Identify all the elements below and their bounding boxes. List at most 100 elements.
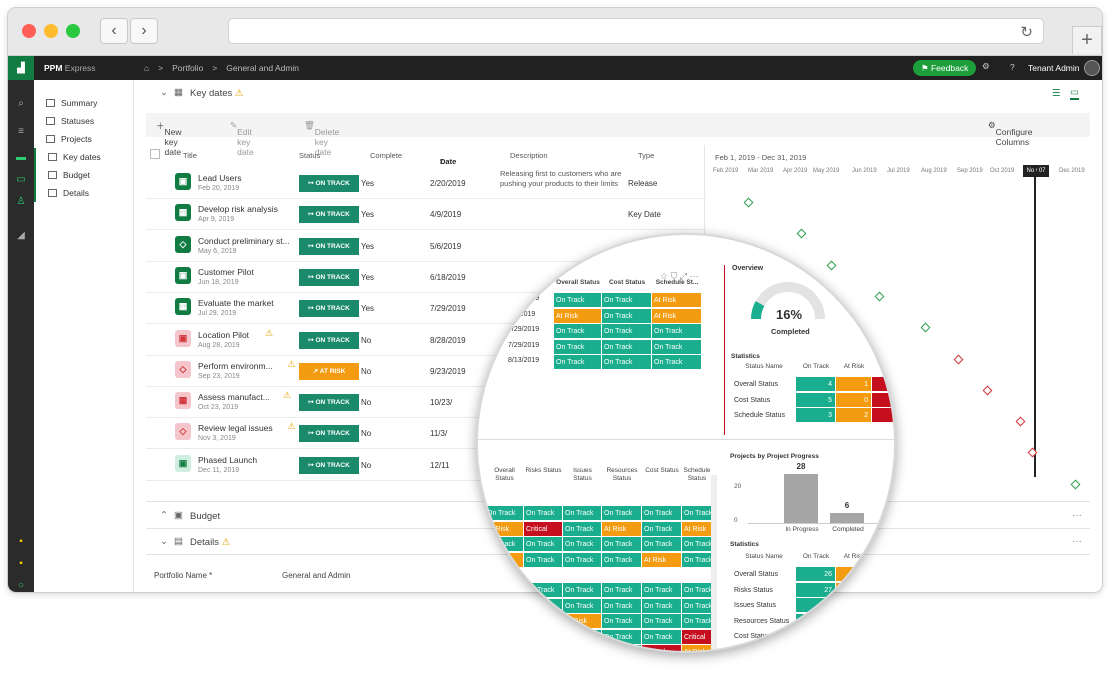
table-row[interactable]: ▦ Develop risk analysis Apr 9, 2019 ↦ ON TR… xyxy=(146,199,706,231)
status-cell[interactable]: On Track xyxy=(652,355,702,370)
status-cell[interactable]: On Track xyxy=(602,537,642,552)
status-cell[interactable]: On Track xyxy=(642,537,682,552)
avatar[interactable] xyxy=(1084,60,1100,76)
status-cell[interactable]: On Track xyxy=(485,506,524,521)
delete-key-date-button[interactable]: 🗑 Delete key date xyxy=(304,120,339,157)
flag-icon[interactable]: ▪ xyxy=(14,558,28,570)
status-cell[interactable]: Critical xyxy=(642,645,682,651)
status-cell[interactable]: On Track xyxy=(563,629,602,645)
status-cell[interactable]: At Risk xyxy=(485,521,524,537)
status-cell[interactable]: On Track xyxy=(602,629,642,645)
chart-icon[interactable]: ▟ xyxy=(8,56,34,80)
row-title[interactable]: Customer Pilot xyxy=(198,267,254,277)
status-cell[interactable]: On Track xyxy=(602,308,652,324)
sidebar-item-projects[interactable]: Projects xyxy=(34,130,133,148)
status-cell[interactable]: On Track xyxy=(563,552,602,568)
status-cell[interactable]: On Track xyxy=(563,645,602,651)
row-title[interactable]: Evaluate the market xyxy=(198,298,274,308)
scrollbar[interactable] xyxy=(711,475,717,651)
user-name[interactable]: Tenant Admin xyxy=(1028,63,1080,73)
timeline-view-icon[interactable]: ▭ xyxy=(1070,87,1079,100)
status-cell[interactable]: At Risk xyxy=(652,293,702,308)
chevron-up-icon[interactable]: ⌃ xyxy=(160,510,168,521)
col-title[interactable]: Title xyxy=(183,151,197,160)
status-cell[interactable]: On Track xyxy=(602,339,652,355)
status-cell[interactable]: On Track xyxy=(602,324,652,339)
status-cell[interactable]: On Track xyxy=(602,293,652,308)
status-cell[interactable]: At Risk xyxy=(563,614,602,629)
status-cell[interactable]: On Track xyxy=(682,506,712,521)
progress-bar[interactable] xyxy=(784,474,818,523)
status-cell[interactable]: On Track xyxy=(642,521,682,537)
status-cell[interactable]: On Track xyxy=(642,506,682,521)
app-name[interactable]: PPM Express xyxy=(44,63,96,73)
edit-key-date-button[interactable]: ✎ Edit key date xyxy=(230,120,254,157)
row-title[interactable]: Develop risk analysis xyxy=(198,204,278,214)
chat-icon[interactable]: ▪ xyxy=(14,536,28,548)
lightbulb-icon[interactable]: ○ xyxy=(14,580,28,592)
status-cell[interactable]: On Track xyxy=(602,506,642,521)
status-cell[interactable]: On Track xyxy=(524,552,563,568)
forward-button[interactable]: › xyxy=(130,18,158,44)
status-cell[interactable]: On Track xyxy=(682,598,712,614)
status-cell[interactable]: On Track xyxy=(682,614,712,629)
status-cell[interactable]: On Track xyxy=(524,537,563,552)
sidebar-item-details[interactable]: Details xyxy=(34,184,133,202)
status-cell[interactable]: On Track xyxy=(642,614,682,629)
timeline-diamond[interactable] xyxy=(982,385,993,396)
portfolio-icon[interactable]: ▬ xyxy=(14,152,28,164)
portfolio-name-value[interactable]: General and Admin xyxy=(282,571,351,580)
status-cell[interactable]: At Risk xyxy=(602,521,642,537)
status-cell[interactable]: On Track xyxy=(642,598,682,614)
sidebar-item-key-dates[interactable]: Key dates xyxy=(34,148,133,166)
status-cell[interactable]: On Track xyxy=(524,506,563,521)
table-row[interactable]: ▣ Lead Users Feb 20, 2019 ↦ ON TRACK Yes 2/20… xyxy=(146,168,706,199)
row-title[interactable]: Lead Users xyxy=(198,173,241,183)
status-cell[interactable]: On Track xyxy=(642,629,682,645)
status-cell[interactable]: On Track xyxy=(602,645,642,651)
col-description[interactable]: Description xyxy=(510,151,548,160)
status-cell[interactable]: At Risk xyxy=(642,552,682,568)
status-cell[interactable]: On Track xyxy=(485,537,524,552)
more-icon[interactable]: ··· xyxy=(1072,536,1082,547)
status-cell[interactable]: On Track xyxy=(682,583,712,598)
status-cell[interactable]: At Risk xyxy=(682,645,712,651)
search-icon[interactable]: ⌕ xyxy=(14,98,28,110)
status-cell[interactable]: On Track xyxy=(563,598,602,614)
status-cell[interactable]: On Track xyxy=(563,583,602,598)
row-title[interactable]: Location Pilot xyxy=(198,330,249,340)
status-cell[interactable]: On Track xyxy=(554,324,602,339)
timeline-diamond[interactable] xyxy=(953,354,964,364)
people-icon[interactable]: ♙ xyxy=(14,196,28,208)
menu-icon[interactable]: ≡ xyxy=(14,126,28,138)
crumb-portfolio[interactable]: Portfolio xyxy=(172,63,203,73)
maximize-dot[interactable] xyxy=(66,24,80,38)
select-all-checkbox[interactable] xyxy=(150,149,160,159)
help-icon[interactable]: ? xyxy=(1010,62,1015,72)
col-type[interactable]: Type xyxy=(638,151,654,160)
row-title[interactable]: Phased Launch xyxy=(198,455,257,465)
reload-icon[interactable]: ↻ xyxy=(1020,23,1033,41)
close-dot[interactable] xyxy=(22,24,36,38)
status-cell[interactable]: On Track xyxy=(652,324,702,339)
status-cell[interactable]: At Risk xyxy=(485,552,524,568)
more-icon[interactable]: ··· xyxy=(1072,510,1082,521)
progress-bar[interactable] xyxy=(830,512,864,523)
status-cell[interactable]: On Track xyxy=(554,293,602,308)
row-title[interactable]: Conduct preliminary st... xyxy=(198,236,290,246)
timeline-diamond[interactable] xyxy=(1070,479,1080,490)
keydates-header[interactable]: ⌄ ▦ Key dates ⚠ ☰ ▭ xyxy=(134,84,1102,104)
reports-icon[interactable]: ◢ xyxy=(14,230,28,242)
status-cell[interactable]: On Track xyxy=(602,583,642,598)
sidebar-item-budget[interactable]: Budget xyxy=(34,166,133,184)
feedback-button[interactable]: ⚑ Feedback xyxy=(913,60,977,76)
minimize-dot[interactable] xyxy=(44,24,58,38)
back-button[interactable]: ‹ xyxy=(100,18,128,44)
status-cell[interactable]: On Track xyxy=(524,598,563,614)
status-cell[interactable]: On Track xyxy=(563,521,602,537)
status-cell[interactable]: Critical xyxy=(682,629,712,645)
col-status[interactable]: Status xyxy=(299,151,320,160)
projects-icon[interactable]: ▭ xyxy=(14,174,28,186)
address-bar[interactable]: ↻ xyxy=(228,18,1044,44)
status-cell[interactable]: On Track xyxy=(602,598,642,614)
